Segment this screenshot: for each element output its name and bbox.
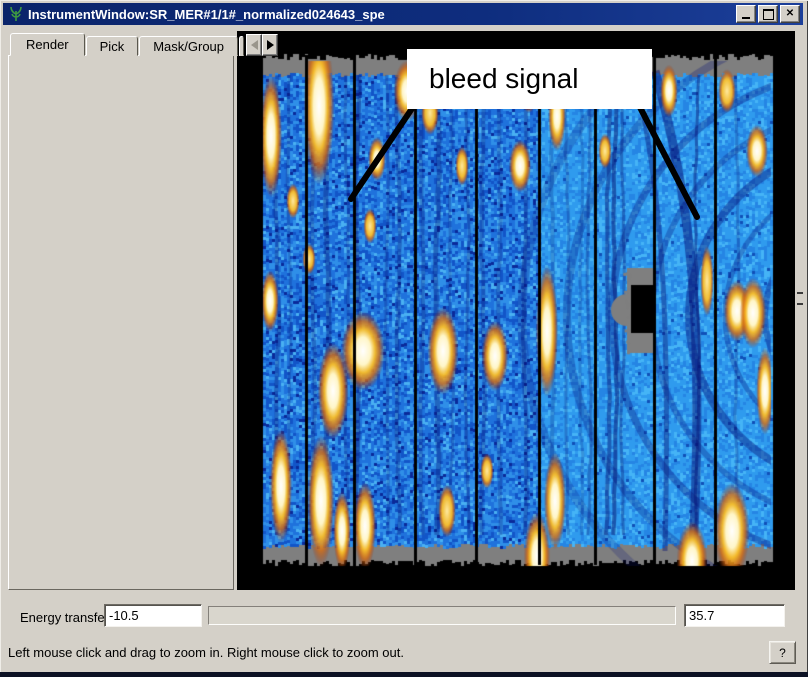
- splitter-handle[interactable]: [797, 292, 803, 294]
- tab-scroll-left-button[interactable]: [246, 34, 262, 56]
- tab-overflow-sliver: [239, 36, 244, 56]
- energy-transfer-label: Energy transfer: [20, 610, 109, 625]
- close-icon: ✕: [786, 9, 794, 19]
- tab-scroll-right-button[interactable]: [262, 34, 278, 56]
- title-bar[interactable]: InstrumentWindow:SR_MER#1/1#_normalized0…: [3, 3, 803, 25]
- app-icon: [8, 6, 24, 22]
- maximize-button[interactable]: [758, 5, 778, 23]
- tab-mask-group[interactable]: Mask/Group: [139, 36, 238, 56]
- minimize-button[interactable]: [736, 5, 756, 23]
- tab-render[interactable]: Render: [10, 33, 85, 56]
- splitter-handle[interactable]: [797, 303, 803, 305]
- window-title: InstrumentWindow:SR_MER#1/1#_normalized0…: [28, 7, 734, 22]
- annotation-lines: [237, 31, 795, 590]
- chevron-right-icon: [267, 40, 274, 50]
- annotation-text: bleed signal: [429, 63, 578, 95]
- instrument-window: InstrumentWindow:SR_MER#1/1#_normalized0…: [0, 0, 808, 677]
- energy-max-input[interactable]: [684, 604, 785, 627]
- help-icon: ?: [779, 646, 786, 660]
- minimize-icon: [742, 17, 750, 19]
- energy-transfer-slider[interactable]: [208, 606, 676, 625]
- status-text: Left mouse click and drag to zoom in. Ri…: [8, 645, 404, 660]
- help-button[interactable]: ?: [769, 641, 796, 664]
- render-tab-pane: [8, 55, 234, 590]
- chevron-left-icon: [251, 40, 258, 50]
- annotation-callout: bleed signal: [407, 49, 652, 109]
- maximize-icon: [763, 9, 774, 20]
- energy-min-input[interactable]: [104, 604, 202, 627]
- close-button[interactable]: ✕: [780, 5, 800, 23]
- tab-bar: Render Pick Mask/Group: [10, 33, 278, 56]
- tab-pick[interactable]: Pick: [86, 36, 139, 56]
- window-bottom-edge: [0, 672, 808, 677]
- detector-viewport[interactable]: bleed signal: [237, 31, 795, 590]
